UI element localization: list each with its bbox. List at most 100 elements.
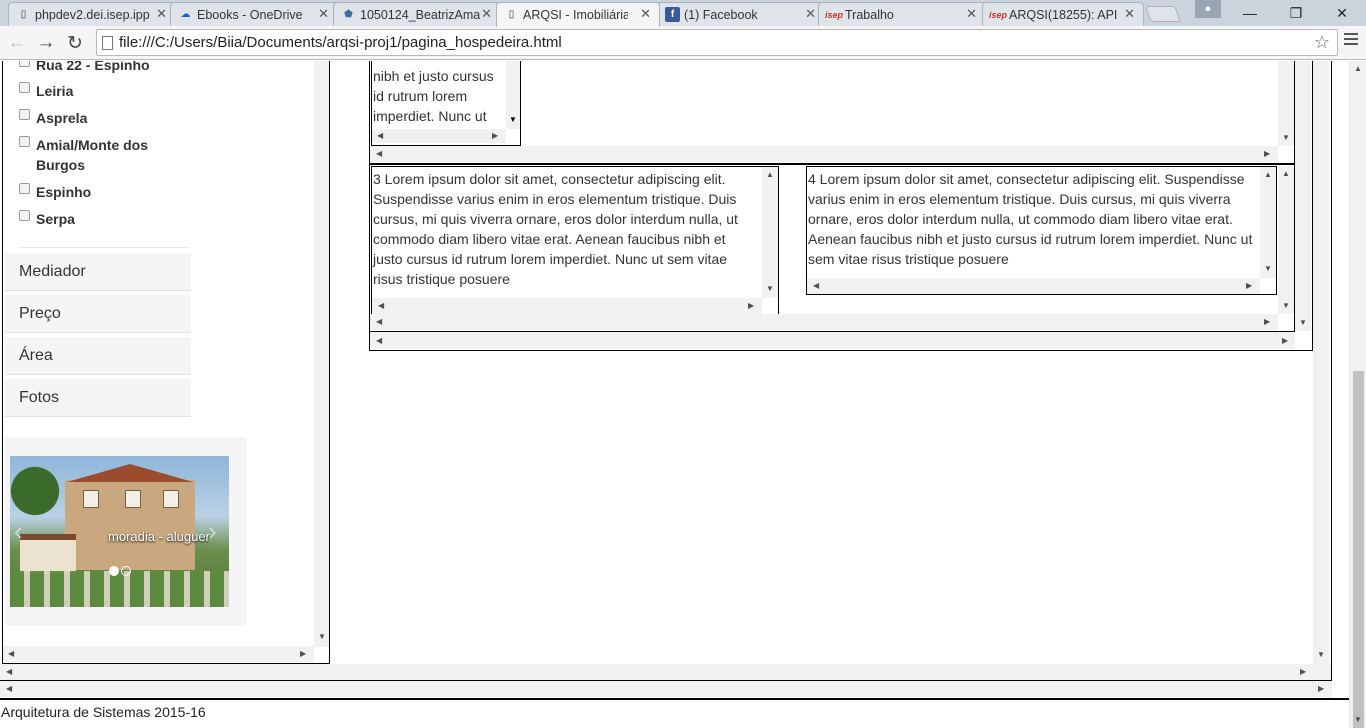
scroll-right-icon[interactable]: ▶ — [1318, 685, 1324, 693]
checkbox[interactable] — [19, 183, 30, 194]
checkbox-label: Asprela — [36, 110, 88, 126]
tab-facebook[interactable]: f (1) Facebook ✕ — [657, 2, 825, 26]
scroll-right-icon[interactable]: ▶ — [300, 650, 306, 658]
checkbox-label: Espinho — [36, 184, 92, 200]
scroll-left-icon[interactable]: ◀ — [376, 318, 382, 326]
address-bar[interactable]: file:///C:/Users/Biia/Documents/arqsi-pr… — [96, 29, 1338, 56]
tab-phpdev2[interactable]: ▯ phpdev2.dei.isep.ipp ✕ — [8, 2, 176, 26]
tab-trabalho[interactable]: isep Trabalho ✕ — [818, 2, 986, 26]
scroll-left-icon[interactable]: ◀ — [6, 668, 12, 676]
checkbox[interactable] — [19, 82, 30, 93]
sidebar-horizontal-scrollbar[interactable]: ◀ ▶ — [3, 646, 314, 662]
location-checkbox-espinho[interactable]: Espinho — [19, 182, 176, 202]
chrome-menu-icon[interactable] — [1340, 30, 1362, 56]
box-horizontal-scrollbar[interactable]: ◀ ▶ — [372, 298, 762, 314]
scroll-up-icon[interactable]: ▲ — [1282, 170, 1290, 178]
reload-button[interactable]: ↻ — [62, 30, 88, 56]
window-close-button[interactable]: ✕ — [1319, 0, 1365, 26]
scrollbar-thumb[interactable] — [1353, 371, 1364, 728]
scroll-down-icon[interactable]: ▼ — [509, 116, 517, 124]
scroll-down-icon[interactable]: ▼ — [318, 633, 326, 641]
profile-icon[interactable]: ● — [1195, 0, 1221, 18]
close-icon[interactable]: ✕ — [805, 6, 816, 22]
tab-arqsi-imobiliaria[interactable]: ▯ ARQSI - Imobiliária: ✕ — [496, 2, 660, 27]
scroll-right-icon[interactable]: ▶ — [1246, 282, 1252, 290]
facebook-icon: f — [665, 7, 680, 22]
main-frame-vertical-scrollbar[interactable]: ▼ — [1313, 61, 1329, 664]
location-checkbox-amial[interactable]: Amial/Monte dos Burgos — [19, 135, 176, 175]
location-checkbox-serpa[interactable]: Serpa — [19, 209, 176, 229]
checkbox[interactable] — [19, 109, 30, 120]
new-tab-button[interactable] — [1145, 6, 1181, 22]
outer-horizontal-scrollbar[interactable]: ◀ ▶ — [0, 664, 1331, 680]
tab-beatriz[interactable]: ⬟ 1050124_BeatrizAma ✕ — [333, 2, 501, 26]
scroll-left-icon[interactable]: ◀ — [813, 282, 819, 290]
scroll-down-icon[interactable]: ▼ — [1282, 134, 1290, 142]
forward-button[interactable]: → — [33, 30, 59, 56]
location-checkbox-asprela[interactable]: Asprela — [19, 108, 176, 128]
checkbox[interactable] — [19, 136, 30, 147]
frameset-vertical-scrollbar[interactable]: ▼ — [1295, 61, 1311, 331]
scroll-left-icon[interactable]: ◀ — [377, 132, 383, 140]
photo-carousel[interactable]: ‹ › moradia - aluguer — [10, 456, 229, 607]
accordion-area[interactable]: Área — [5, 337, 191, 375]
scroll-up-icon[interactable]: ▲ — [1264, 171, 1272, 179]
carousel-prev-icon[interactable]: ‹ — [14, 516, 23, 547]
scroll-right-icon[interactable]: ▶ — [1264, 318, 1270, 326]
checkbox[interactable] — [19, 61, 30, 67]
scroll-down-icon[interactable]: ▼ — [1282, 302, 1290, 310]
frameset-horizontal-scrollbar[interactable]: ◀ ▶ — [370, 332, 1295, 349]
restore-button[interactable]: ❐ — [1273, 0, 1319, 26]
box-vertical-scrollbar[interactable]: ▲ ▼ — [1260, 167, 1276, 278]
window-vertical-scrollbar[interactable]: ▲ ▼ — [1349, 61, 1366, 728]
box-vertical-scrollbar[interactable]: ▼ — [506, 61, 520, 129]
box-horizontal-scrollbar[interactable]: ◀ ▶ — [807, 278, 1260, 294]
tab-label: phpdev2.dei.isep.ipp — [35, 7, 150, 22]
scroll-right-icon[interactable]: ▶ — [1264, 150, 1270, 158]
scroll-left-icon[interactable]: ◀ — [378, 302, 384, 310]
carousel-dot[interactable] — [121, 566, 131, 576]
accordion-mediador[interactable]: Mediador — [5, 253, 191, 291]
scroll-left-icon[interactable]: ◀ — [376, 150, 382, 158]
scroll-left-icon[interactable]: ◀ — [376, 337, 382, 345]
close-icon[interactable]: ✕ — [156, 6, 167, 22]
page-horizontal-scrollbar[interactable]: ◀ ▶ — [0, 681, 1332, 697]
scroll-down-icon[interactable]: ▼ — [1354, 716, 1362, 724]
scroll-right-icon[interactable]: ▶ — [748, 302, 754, 310]
scroll-down-icon[interactable]: ▼ — [1264, 265, 1272, 273]
location-checkbox-rua22[interactable]: Rua 22 - Espinho — [19, 61, 176, 75]
close-icon[interactable]: ✕ — [966, 6, 977, 22]
scroll-down-icon[interactable]: ▼ — [766, 285, 774, 293]
carousel-dot[interactable] — [109, 566, 119, 576]
scroll-right-icon[interactable]: ▶ — [1300, 668, 1306, 676]
tab-label: ARQSI - Imobiliária: — [523, 8, 628, 22]
scroll-right-icon[interactable]: ▶ — [492, 132, 498, 140]
close-icon[interactable]: ✕ — [1124, 6, 1135, 22]
scroll-down-icon[interactable]: ▼ — [1299, 319, 1307, 327]
scroll-down-icon[interactable]: ▼ — [1317, 651, 1325, 659]
close-icon[interactable]: ✕ — [318, 6, 329, 22]
box-horizontal-scrollbar[interactable]: ◀ ▶ — [372, 129, 506, 143]
top-frame-vertical-scrollbar[interactable]: ▼ — [1278, 61, 1294, 146]
top-frame-horizontal-scrollbar[interactable]: ◀ ▶ — [370, 146, 1278, 162]
accordion-preco[interactable]: Preço — [5, 295, 191, 333]
sidebar-vertical-scrollbar[interactable]: ▼ — [314, 61, 329, 647]
box-vertical-scrollbar[interactable]: ▲ ▼ — [762, 167, 778, 298]
minimize-button[interactable]: — — [1227, 0, 1273, 26]
scroll-right-icon[interactable]: ▶ — [1282, 337, 1288, 345]
location-checkbox-leiria[interactable]: Leiria — [19, 81, 176, 101]
close-icon[interactable]: ✕ — [640, 6, 651, 22]
scroll-left-icon[interactable]: ◀ — [6, 685, 12, 693]
scroll-up-icon[interactable]: ▲ — [766, 171, 774, 179]
back-button[interactable]: ← — [4, 30, 30, 56]
close-icon[interactable]: ✕ — [481, 6, 492, 22]
accordion-fotos[interactable]: Fotos — [5, 379, 191, 417]
checkbox[interactable] — [19, 210, 30, 221]
bookmark-star-icon[interactable]: ☆ — [1314, 32, 1330, 53]
bottom-frame-vertical-scrollbar[interactable]: ▲ ▼ — [1278, 166, 1294, 314]
tab-arqsi-api[interactable]: isep ARQSI(18255): API In ✕ — [982, 2, 1144, 26]
scroll-left-icon[interactable]: ◀ — [8, 650, 14, 658]
bottom-frame-horizontal-scrollbar[interactable]: ◀ ▶ — [370, 314, 1278, 330]
tab-onedrive[interactable]: ☁ Ebooks - OneDrive ✕ — [170, 2, 338, 26]
scroll-up-icon[interactable]: ▲ — [1354, 65, 1362, 73]
